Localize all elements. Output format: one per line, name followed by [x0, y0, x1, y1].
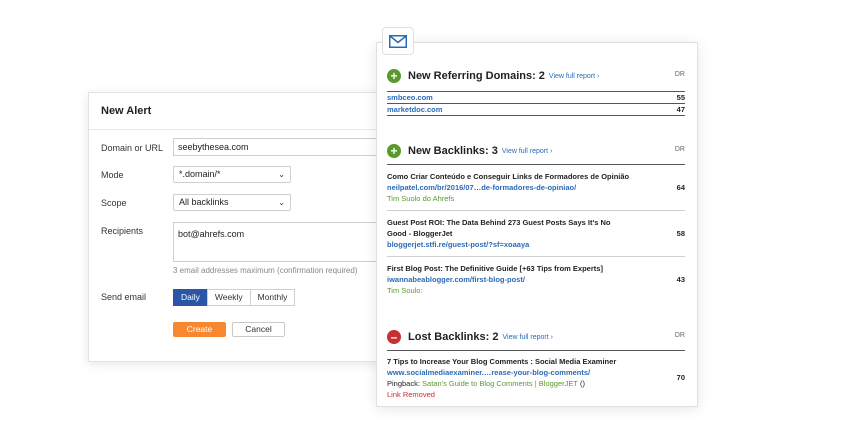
pingback-label: Pingback: — [387, 379, 420, 388]
scope-label: Scope — [101, 198, 127, 208]
backlink-title-line2: Good - BloggerJet — [387, 229, 453, 238]
create-button[interactable]: Create — [173, 322, 226, 337]
backlink-title: Como Criar Conteúdo e Conseguir Links de… — [387, 172, 630, 181]
backlink-url[interactable]: iwannabeablogger.com/first-blog-post/ — [387, 274, 685, 285]
backlink-item: Como Criar Conteúdo e Conseguir Links de… — [387, 171, 685, 204]
mode-select[interactable]: *.domain/* ⌄ — [173, 166, 291, 183]
frequency-weekly[interactable]: Weekly — [206, 289, 251, 306]
domain-label: Domain or URL — [101, 143, 164, 153]
send-email-label: Send email — [101, 292, 147, 302]
scope-select[interactable]: All backlinks ⌄ — [173, 194, 291, 211]
backlink-title: 7 Tips to Increase Your Blog Comments : … — [387, 357, 617, 366]
dr-label: DR — [674, 71, 685, 78]
backlink-url[interactable]: www.socialmediaexaminer.…rease-your-blog… — [387, 367, 685, 378]
frequency-monthly[interactable]: Monthly — [249, 289, 296, 306]
plus-circle-icon: + — [387, 144, 401, 158]
divider — [387, 210, 685, 211]
frequency-toggle: Daily Weekly Monthly — [173, 289, 296, 306]
pingback-link[interactable]: Satan's Guide to Blog Comments | Blogger… — [422, 379, 578, 388]
domain-link[interactable]: smbceo.com — [387, 93, 433, 102]
mode-label: Mode — [101, 170, 124, 180]
backlink-item: First Blog Post: The Definitive Guide [+… — [387, 263, 685, 296]
mode-value: *.domain/* — [179, 169, 221, 179]
new-backlinks-header: + New Backlinks: 3 View full report › — [387, 144, 552, 158]
backlink-anchor: Tim Suolo do Ahrefs — [387, 194, 455, 203]
divider — [387, 256, 685, 257]
pingback-line: Pingback: Satan's Guide to Blog Comments… — [387, 378, 685, 389]
minus-circle-icon: – — [387, 330, 401, 344]
divider — [387, 115, 685, 116]
pingback-suffix: () — [579, 379, 585, 388]
chevron-down-icon: ⌄ — [278, 198, 285, 207]
chevron-down-icon: ⌄ — [278, 170, 285, 179]
backlink-anchor: Tim Soulo: — [387, 286, 423, 295]
recipients-hint: 3 email addresses maximum (confirmation … — [173, 266, 358, 275]
lost-backlink-item: 7 Tips to Increase Your Blog Comments : … — [387, 356, 685, 400]
backlink-url[interactable]: bloggerjet.stfi.re/guest-post/?sf=xoaaya — [387, 239, 685, 250]
backlink-title: Guest Post ROI: The Data Behind 273 Gues… — [387, 218, 611, 227]
dr-label: DR — [674, 146, 685, 153]
recipients-textarea[interactable]: bot@ahrefs.com — [173, 222, 393, 262]
lost-backlinks-link[interactable]: View full report › — [502, 334, 552, 341]
lost-backlinks-title: Lost Backlinks: 2 — [408, 331, 499, 343]
new-backlinks-link[interactable]: View full report › — [502, 148, 552, 155]
backlink-url[interactable]: neilpatel.com/br/2016/07…de-formadores-d… — [387, 182, 685, 193]
envelope-icon — [382, 27, 414, 55]
new-backlinks-title: New Backlinks: 3 — [408, 145, 498, 157]
cancel-button[interactable]: Cancel — [232, 322, 285, 337]
referring-domains-link[interactable]: View full report › — [549, 73, 599, 80]
backlink-dr: 43 — [676, 275, 685, 284]
backlink-dr: 64 — [676, 183, 685, 192]
referring-domains-title: New Referring Domains: 2 — [408, 70, 545, 82]
recipients-label: Recipients — [101, 226, 144, 236]
dialog-title: New Alert — [89, 93, 388, 130]
domain-input[interactable]: seebythesea.com — [173, 138, 393, 156]
backlink-title: First Blog Post: The Definitive Guide [+… — [387, 264, 603, 273]
referring-domains-header: + New Referring Domains: 2 View full rep… — [387, 69, 599, 83]
divider — [387, 164, 685, 165]
lost-backlinks-header: – Lost Backlinks: 2 View full report › — [387, 330, 553, 344]
plus-circle-icon: + — [387, 69, 401, 83]
dr-label: DR — [674, 332, 685, 339]
backlink-item: Guest Post ROI: The Data Behind 273 Gues… — [387, 217, 685, 250]
divider — [387, 350, 685, 351]
domain-link[interactable]: marketdoc.com — [387, 105, 442, 114]
frequency-daily[interactable]: Daily — [173, 289, 208, 306]
new-alert-dialog: New Alert Domain or URL seebythesea.com … — [88, 92, 393, 362]
backlink-dr: 58 — [676, 229, 685, 238]
link-removed-status: Link Removed — [387, 390, 435, 399]
backlink-dr: 70 — [676, 373, 685, 382]
email-report-card: + New Referring Domains: 2 View full rep… — [376, 42, 698, 407]
scope-value: All backlinks — [179, 197, 229, 207]
